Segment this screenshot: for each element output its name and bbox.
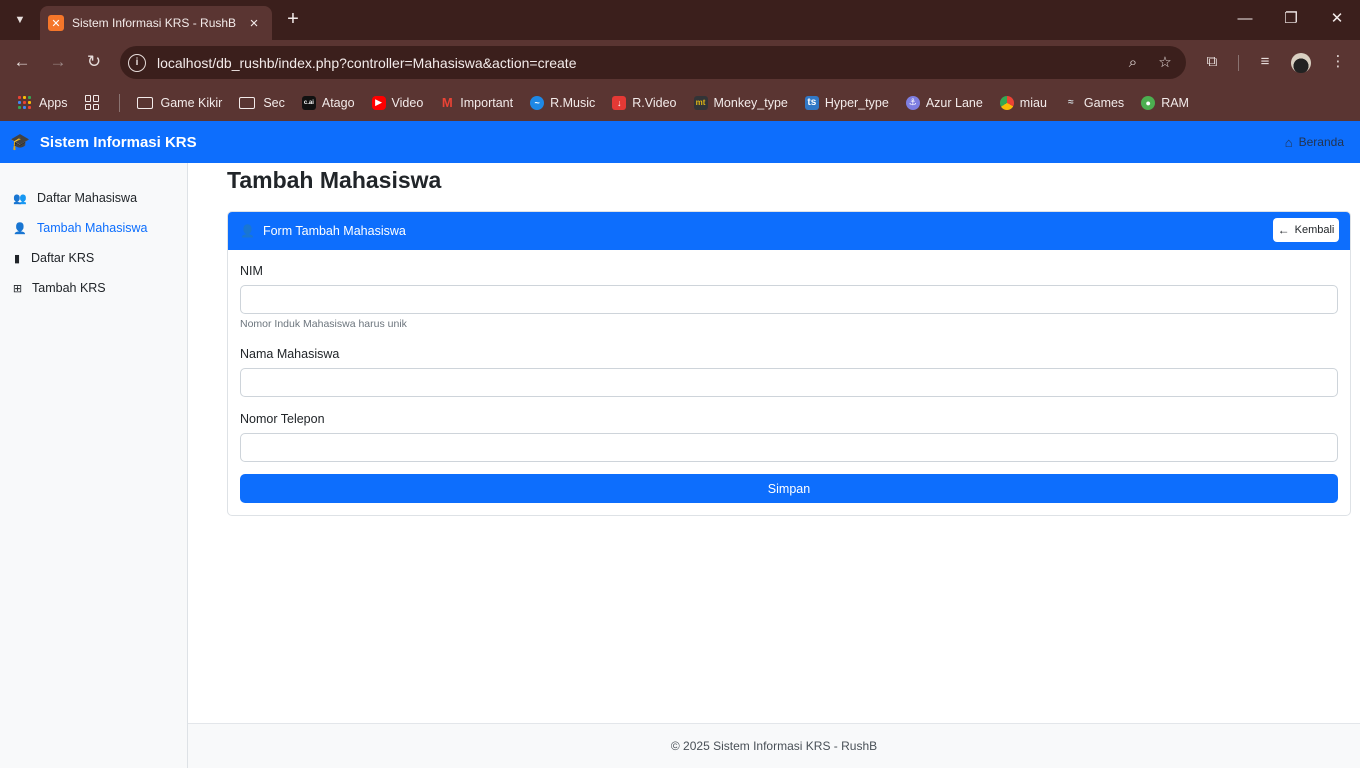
nomor-telepon-label: Nomor Telepon bbox=[240, 412, 325, 426]
bookmark-sec[interactable]: Sec bbox=[239, 96, 285, 110]
youtube-icon: ▶ bbox=[371, 95, 386, 110]
sidebar-item-daftar-mahasiswa[interactable]: 👥 Daftar Mahasiswa bbox=[12, 191, 137, 205]
bookmark-monkey-type[interactable]: mt Monkey_type bbox=[693, 95, 788, 110]
bookmark-r-video[interactable]: ↓ R.Video bbox=[612, 95, 677, 110]
navbar-brand[interactable]: 🎓 Sistem Informasi KRS bbox=[10, 121, 197, 163]
folder-icon bbox=[136, 96, 153, 109]
url-text[interactable]: localhost/db_rushb/index.php?controller=… bbox=[157, 55, 1122, 71]
nomor-telepon-input[interactable] bbox=[240, 433, 1338, 462]
browser-toolbar: ← → ↻ i localhost/db_rushb/index.php?con… bbox=[0, 40, 1360, 84]
bookmark-atago[interactable]: c.ai Atago bbox=[301, 95, 355, 110]
bookmark-game-kikir[interactable]: Game Kikir bbox=[136, 96, 222, 110]
window-minimize-icon[interactable]: — bbox=[1230, 8, 1260, 30]
bookmark-miau[interactable]: miau bbox=[999, 95, 1047, 110]
window-restore-icon[interactable]: ❐ bbox=[1276, 8, 1306, 30]
sidebar-item-tambah-krs[interactable]: ⊞ Tambah KRS bbox=[12, 281, 106, 295]
tab-close-icon[interactable]: × bbox=[246, 15, 262, 32]
music-icon: ~ bbox=[530, 95, 545, 110]
bookmark-video[interactable]: ▶ Video bbox=[371, 95, 423, 110]
web-page: 🎓 Sistem Informasi KRS ⌂ Beranda 👥 Dafta… bbox=[0, 121, 1360, 768]
sidebar-item-tambah-mahasiswa[interactable]: 👤 Tambah Mahasiswa bbox=[12, 221, 147, 235]
bookmark-ram[interactable]: ● RAM bbox=[1141, 95, 1189, 110]
arrow-left-icon: ← bbox=[1277, 223, 1290, 237]
browser-tab-active[interactable]: ✕ Sistem Informasi KRS - RushB × bbox=[40, 6, 272, 40]
footer-text: © 2025 Sistem Informasi KRS - RushB bbox=[670, 739, 878, 753]
download-icon: ↓ bbox=[612, 95, 627, 110]
tab-title: Sistem Informasi KRS - RushB bbox=[72, 16, 237, 30]
bookmark-apps[interactable]: Apps bbox=[18, 95, 68, 110]
bookmark-important[interactable]: M Important bbox=[440, 95, 513, 110]
user-plus-icon: 👤 bbox=[13, 222, 27, 235]
bookmark-games[interactable]: ≈ Games bbox=[1064, 96, 1124, 110]
sidebar: 👥 Daftar Mahasiswa 👤 Tambah Mahasiswa ▮ … bbox=[0, 163, 188, 768]
save-button[interactable]: Simpan bbox=[240, 474, 1338, 503]
card-header: 👤 Form Tambah Mahasiswa ← Kembali bbox=[228, 212, 1350, 250]
back-arrow-icon[interactable]: ← bbox=[10, 50, 34, 74]
extensions-puzzle-icon[interactable]: ⧉ bbox=[1201, 51, 1223, 73]
monkeytype-icon: mt bbox=[693, 95, 708, 110]
window-close-icon[interactable]: ✕ bbox=[1322, 8, 1352, 30]
form-card: 👤 Form Tambah Mahasiswa ← Kembali NIM No… bbox=[227, 211, 1351, 516]
back-button[interactable]: ← Kembali bbox=[1273, 218, 1339, 242]
nim-input[interactable] bbox=[240, 285, 1338, 314]
sidebar-item-daftar-krs[interactable]: ▮ Daftar KRS bbox=[12, 251, 94, 265]
nim-label: NIM bbox=[240, 264, 263, 278]
main-content: Tambah Mahasiswa 👤 Form Tambah Mahasiswa… bbox=[188, 163, 1360, 723]
nav-link-beranda[interactable]: ⌂ Beranda bbox=[1285, 121, 1344, 163]
folder-icon bbox=[239, 96, 256, 109]
gmail-icon: M bbox=[441, 95, 453, 110]
nama-mahasiswa-label: Nama Mahasiswa bbox=[240, 347, 340, 361]
profile-avatar[interactable] bbox=[1291, 53, 1311, 73]
card-title: Form Tambah Mahasiswa bbox=[262, 224, 406, 238]
toolbar-separator bbox=[1238, 55, 1239, 71]
bookmark-separator bbox=[118, 93, 120, 112]
chrome-icon bbox=[999, 95, 1014, 110]
ram-icon: ● bbox=[1141, 95, 1156, 110]
bookmarks-bar: Apps Game Kikir Sec c.ai Atago ▶ Video M… bbox=[0, 84, 1360, 121]
users-icon: 👥 bbox=[13, 192, 27, 205]
forward-arrow-icon[interactable]: → bbox=[46, 50, 70, 74]
bookmark-star-icon[interactable]: ☆ bbox=[1154, 52, 1176, 74]
games-icon: ≈ bbox=[1068, 97, 1074, 108]
bookmark-hyper-type[interactable]: ts Hyper_type bbox=[804, 95, 889, 110]
cai-icon: c.ai bbox=[301, 95, 316, 110]
nama-mahasiswa-input[interactable] bbox=[240, 368, 1338, 397]
home-icon: ⌂ bbox=[1284, 134, 1293, 150]
user-plus-icon: 👤 bbox=[240, 224, 255, 238]
site-info-icon[interactable]: i bbox=[128, 53, 146, 72]
menu-kebab-icon[interactable]: ⋮ bbox=[1327, 51, 1349, 73]
graduation-cap-icon: 🎓 bbox=[10, 134, 30, 151]
footer: © 2025 Sistem Informasi KRS - RushB bbox=[188, 723, 1360, 768]
nim-help-text: Nomor Induk Mahasiswa harus unik bbox=[240, 318, 407, 330]
azurlane-icon: ⚓ bbox=[905, 95, 920, 110]
tab-search-chevron-icon[interactable]: ▼ bbox=[8, 7, 32, 33]
plus-square-icon: ⊞ bbox=[12, 282, 23, 295]
zoom-icon[interactable]: ⌕ bbox=[1122, 52, 1144, 74]
new-tab-plus-icon[interactable]: + bbox=[282, 8, 304, 30]
xampp-favicon-icon: ✕ bbox=[48, 15, 64, 31]
page-title: Tambah Mahasiswa bbox=[227, 167, 442, 193]
address-bar[interactable]: i localhost/db_rushb/index.php?controlle… bbox=[120, 46, 1186, 79]
top-navbar: 🎓 Sistem Informasi KRS ⌂ Beranda bbox=[0, 121, 1360, 163]
bookmark-azur-lane[interactable]: ⚓ Azur Lane bbox=[905, 95, 983, 110]
apps-grid-icon bbox=[18, 95, 32, 110]
tab-groups-icon[interactable] bbox=[84, 95, 100, 110]
file-icon: ▮ bbox=[13, 252, 21, 265]
bookmark-r-music[interactable]: ~ R.Music bbox=[530, 95, 595, 110]
browser-tab-strip: ▼ ✕ Sistem Informasi KRS - RushB × + — ❐… bbox=[0, 0, 1360, 40]
reload-icon[interactable]: ↻ bbox=[82, 50, 106, 74]
typescript-icon: ts bbox=[804, 95, 819, 110]
media-control-icon[interactable]: ≡ bbox=[1254, 51, 1276, 73]
